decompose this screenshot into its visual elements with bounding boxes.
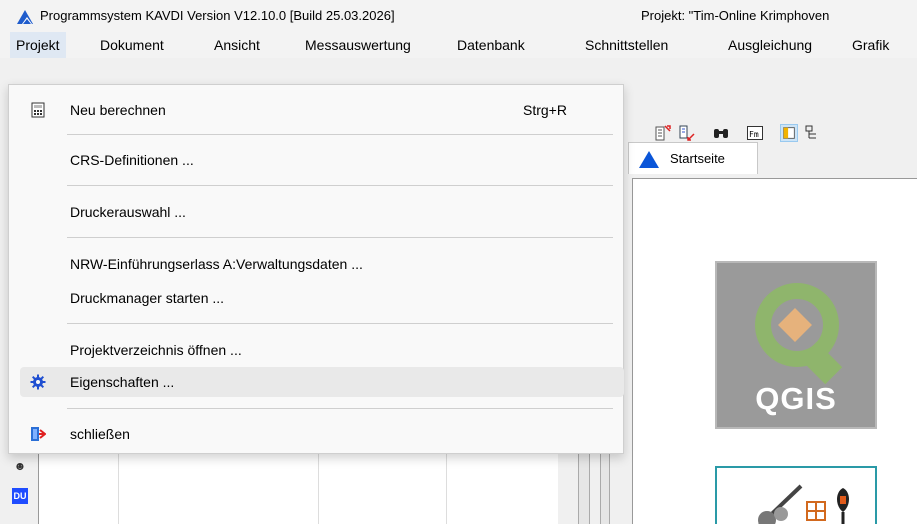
menu-item-label: Druckerauswahl ...	[70, 204, 186, 220]
menu-item-eigenschaften[interactable]: Eigenschaften ...	[20, 367, 624, 397]
window-title: Programmsystem KAVDI Version V12.10.0 [B…	[40, 8, 395, 23]
grid-column-divider	[318, 454, 319, 524]
tab-label: Startseite	[670, 151, 725, 166]
fm-icon[interactable]: Fm	[746, 124, 764, 142]
menu-item-druckmanager[interactable]: Druckmanager starten ...	[20, 283, 624, 313]
layout-icon[interactable]	[780, 124, 798, 142]
binoculars-icon[interactable]	[712, 124, 730, 142]
menu-dokument[interactable]: Dokument	[94, 32, 170, 58]
grid-column-divider	[118, 454, 119, 524]
structure-icon[interactable]	[804, 124, 822, 142]
du-button[interactable]: DU	[12, 488, 28, 504]
svg-text:Fm: Fm	[749, 130, 759, 139]
menu-item-schliessen[interactable]: schließen	[20, 419, 624, 449]
menu-item-label: Druckmanager starten ...	[70, 290, 225, 306]
grid-column-divider	[446, 454, 447, 524]
menu-projekt[interactable]: Projekt	[10, 32, 66, 58]
menu-bar: Projekt Dokument Ansicht Messauswertung …	[0, 32, 917, 58]
menu-separator	[67, 408, 613, 409]
import-points-icon[interactable]	[654, 124, 672, 142]
pane-splitter[interactable]	[578, 454, 590, 524]
survey-tool-tile[interactable]	[715, 466, 877, 524]
menu-separator	[67, 134, 613, 135]
kavdi-logo-icon	[17, 10, 33, 24]
menu-item-label: Neu berechnen	[70, 102, 166, 118]
exit-door-icon	[31, 427, 46, 441]
tab-startseite[interactable]: Startseite	[628, 142, 758, 174]
menu-item-label: CRS-Definitionen ...	[70, 152, 194, 168]
menu-schnittstellen[interactable]: Schnittstellen	[579, 32, 674, 58]
menu-separator	[67, 323, 613, 324]
menu-item-druckerauswahl[interactable]: Druckerauswahl ...	[20, 197, 624, 227]
projekt-menu: Neu berechnen Strg+R CRS-Definitionen ..…	[8, 84, 624, 454]
triangle-icon	[639, 151, 659, 168]
menu-item-label: schließen	[70, 426, 130, 442]
menu-messauswertung[interactable]: Messauswertung	[299, 32, 417, 58]
menu-item-label: Projektverzeichnis öffnen ...	[70, 342, 242, 358]
menu-item-projektverzeichnis[interactable]: Projektverzeichnis öffnen ...	[20, 335, 624, 365]
shortcut-label: Strg+R	[523, 102, 567, 118]
gear-icon	[30, 374, 46, 390]
qgis-tile[interactable]: QGIS	[715, 261, 877, 429]
menu-ausgleichung[interactable]: Ausgleichung	[722, 32, 818, 58]
pane-splitter[interactable]	[600, 454, 610, 524]
qgis-label: QGIS	[755, 381, 837, 416]
title-bar: Programmsystem KAVDI Version V12.10.0 [B…	[0, 0, 917, 32]
survey-instrument-icon	[758, 484, 849, 524]
menu-separator	[67, 185, 613, 186]
menu-item-neu-berechnen[interactable]: Neu berechnen Strg+R	[20, 95, 624, 125]
menu-item-label: Eigenschaften ...	[70, 374, 175, 390]
grid-panel	[38, 454, 558, 524]
export-points-icon[interactable]	[678, 124, 696, 142]
menu-item-nrw-einfuehrungserlass[interactable]: NRW-Einführungserlass A:Verwaltungsdaten…	[20, 249, 624, 279]
menu-separator	[67, 237, 613, 238]
person-icon[interactable]: ☻	[12, 458, 28, 474]
menu-datenbank[interactable]: Datenbank	[451, 32, 531, 58]
menu-ansicht[interactable]: Ansicht	[208, 32, 266, 58]
menu-item-label: NRW-Einführungserlass A:Verwaltungsdaten…	[70, 256, 363, 272]
menu-item-crs-definitionen[interactable]: CRS-Definitionen ...	[20, 145, 624, 175]
menu-grafik[interactable]: Grafik	[846, 32, 895, 58]
project-title: Projekt: "Tim-Online Krimphoven	[641, 8, 830, 23]
calculator-icon	[31, 102, 45, 118]
